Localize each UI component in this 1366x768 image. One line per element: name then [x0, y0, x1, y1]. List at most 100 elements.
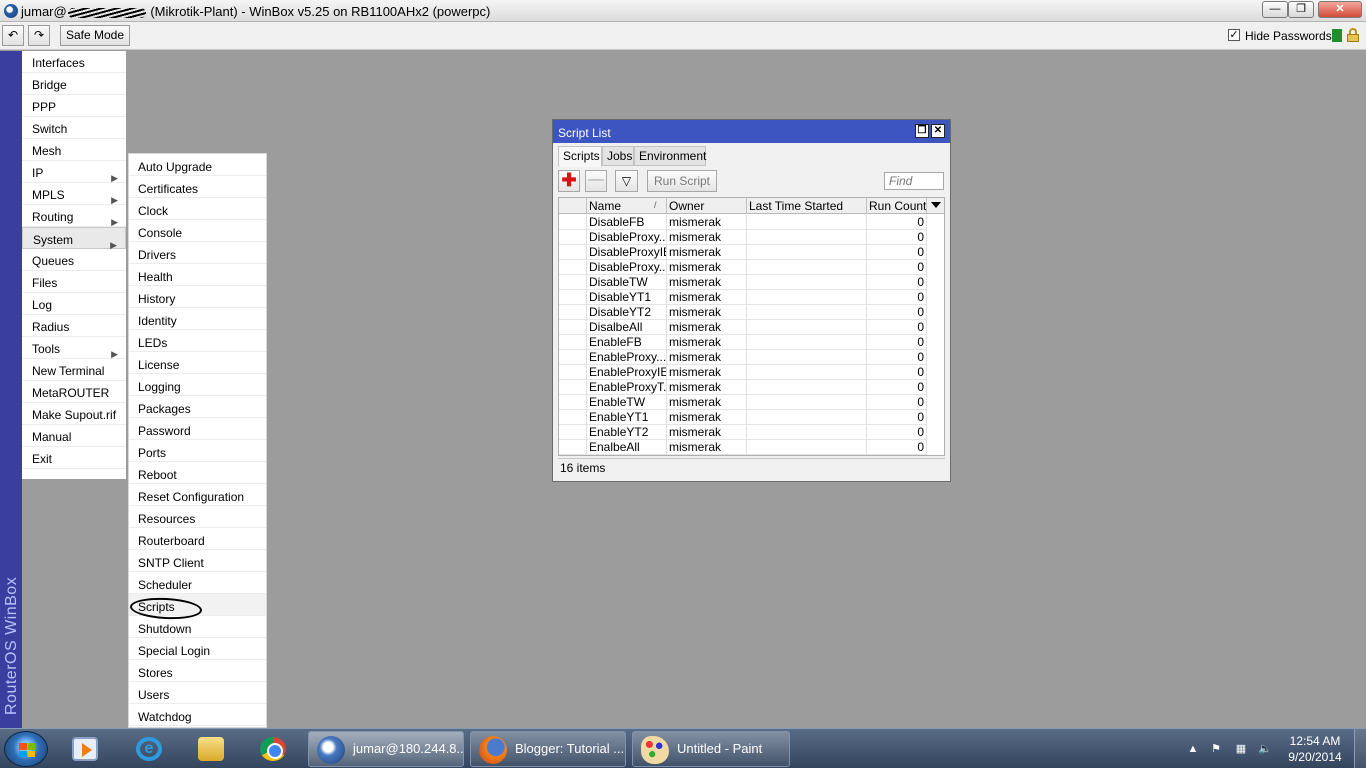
submenu-item-watchdog[interactable]: Watchdog [129, 704, 266, 726]
submenu-item-reboot[interactable]: Reboot [129, 462, 266, 484]
media-player-pin[interactable] [58, 733, 112, 765]
network-icon[interactable]: ▦ [1234, 742, 1248, 756]
file-explorer-pin[interactable] [184, 733, 238, 765]
submenu-item-clock[interactable]: Clock [129, 198, 266, 220]
safe-mode-button[interactable]: Safe Mode [60, 25, 130, 46]
script-list-maximize-button[interactable]: ❐ [915, 124, 929, 138]
column-header-run-count[interactable]: Run Count [867, 198, 927, 214]
volume-icon[interactable]: 🔈 [1258, 742, 1272, 756]
menu-item-ip[interactable]: IP ▶ [22, 161, 126, 183]
table-row[interactable]: EnableProxy... mismerak 0 [559, 350, 927, 365]
submenu-item-license[interactable]: License [129, 352, 266, 374]
internet-explorer-pin[interactable]: e [122, 733, 176, 765]
table-row[interactable]: DisableTW mismerak 0 [559, 275, 927, 290]
menu-item-manual[interactable]: Manual [22, 425, 126, 447]
submenu-item-logging[interactable]: Logging [129, 374, 266, 396]
submenu-item-stores[interactable]: Stores [129, 660, 266, 682]
maximize-button[interactable]: ❐ [1288, 1, 1314, 18]
menu-item-switch[interactable]: Switch [22, 117, 126, 139]
submenu-item-users[interactable]: Users [129, 682, 266, 704]
menu-item-queues[interactable]: Queues [22, 249, 126, 271]
menu-item-bridge[interactable]: Bridge [22, 73, 126, 95]
tab-scripts[interactable]: Scripts [558, 146, 602, 167]
chevron-down-icon[interactable] [931, 202, 941, 208]
taskbar-item-paint[interactable]: Untitled - Paint [632, 731, 790, 767]
redo-button[interactable]: ↷ [28, 25, 50, 46]
submenu-item-leds[interactable]: LEDs [129, 330, 266, 352]
submenu-item-reset-configuration[interactable]: Reset Configuration [129, 484, 266, 506]
hide-passwords-checkbox[interactable]: ✓ [1228, 29, 1240, 41]
table-row[interactable]: EnableTW mismerak 0 [559, 395, 927, 410]
menu-item-exit[interactable]: Exit [22, 447, 126, 469]
table-row[interactable]: DisalbeAll mismerak 0 [559, 320, 927, 335]
menu-item-ppp[interactable]: PPP [22, 95, 126, 117]
add-script-button[interactable]: ✚ [558, 170, 580, 192]
table-row[interactable]: EnableYT1 mismerak 0 [559, 410, 927, 425]
start-button[interactable] [4, 731, 48, 767]
submenu-item-shutdown[interactable]: Shutdown [129, 616, 266, 638]
chrome-pin[interactable] [246, 733, 300, 765]
submenu-item-scheduler[interactable]: Scheduler [129, 572, 266, 594]
show-hidden-icons-icon[interactable]: ▲ [1186, 742, 1200, 756]
submenu-item-sntp-client[interactable]: SNTP Client [129, 550, 266, 572]
table-row[interactable]: EnableFB mismerak 0 [559, 335, 927, 350]
submenu-item-certificates[interactable]: Certificates [129, 176, 266, 198]
script-list-titlebar[interactable]: Script List ❐ ✕ [553, 120, 950, 143]
taskbar-item-firefox[interactable]: Blogger: Tutorial ... [470, 731, 626, 767]
submenu-item-auto-upgrade[interactable]: Auto Upgrade [129, 154, 266, 176]
submenu-item-identity[interactable]: Identity [129, 308, 266, 330]
column-header-select[interactable] [559, 198, 587, 214]
table-row[interactable]: DisableProxyIEI mismerak 0 [559, 245, 927, 260]
filter-icon[interactable]: ▽ [615, 170, 638, 192]
menu-item-tools[interactable]: Tools ▶ [22, 337, 126, 359]
column-header-owner[interactable]: Owner [667, 198, 747, 214]
submenu-item-password[interactable]: Password [129, 418, 266, 440]
show-desktop-button[interactable] [1354, 729, 1366, 768]
submenu-item-health[interactable]: Health [129, 264, 266, 286]
menu-item-mpls[interactable]: MPLS ▶ [22, 183, 126, 205]
table-row[interactable]: EnableProxyIEI mismerak 0 [559, 365, 927, 380]
menu-item-metarouter[interactable]: MetaROUTER [22, 381, 126, 403]
script-list-close-button[interactable]: ✕ [931, 124, 945, 138]
remove-script-button[interactable]: — [585, 170, 607, 192]
action-center-flag-icon[interactable]: ⚑ [1209, 742, 1223, 756]
submenu-item-routerboard[interactable]: Routerboard [129, 528, 266, 550]
menu-item-log[interactable]: Log [22, 293, 126, 315]
table-row[interactable]: EnalbeAll mismerak 0 [559, 440, 927, 455]
tab-jobs[interactable]: Jobs [602, 146, 634, 166]
table-row[interactable]: EnableYT2 mismerak 0 [559, 425, 927, 440]
menu-item-new-terminal[interactable]: New Terminal [22, 359, 126, 381]
system-clock[interactable]: 12:54 AM 9/20/2014 [1284, 733, 1346, 765]
menu-item-radius[interactable]: Radius [22, 315, 126, 337]
window-title: jumar@ (Mikrotik-Plant) - WinBox v5.25 o… [21, 4, 490, 19]
table-row[interactable]: EnableProxyT... mismerak 0 [559, 380, 927, 395]
submenu-item-history[interactable]: History [129, 286, 266, 308]
submenu-item-resources[interactable]: Resources [129, 506, 266, 528]
winbox-app-icon[interactable] [4, 4, 18, 18]
menu-item-interfaces[interactable]: Interfaces [22, 51, 126, 73]
script-owner-cell: mismerak [667, 260, 747, 275]
undo-button[interactable]: ↶ [2, 25, 24, 46]
submenu-item-ports[interactable]: Ports [129, 440, 266, 462]
column-header-last-time-started[interactable]: Last Time Started [747, 198, 867, 214]
submenu-item-drivers[interactable]: Drivers [129, 242, 266, 264]
find-input[interactable] [884, 172, 944, 190]
table-row[interactable]: DisableFB mismerak 0 [559, 215, 927, 230]
table-row[interactable]: DisableProxy... mismerak 0 [559, 230, 927, 245]
menu-item-mesh[interactable]: Mesh [22, 139, 126, 161]
menu-item-files[interactable]: Files [22, 271, 126, 293]
table-row[interactable]: DisableProxy... mismerak 0 [559, 260, 927, 275]
table-row[interactable]: DisableYT2 mismerak 0 [559, 305, 927, 320]
submenu-item-packages[interactable]: Packages [129, 396, 266, 418]
tab-environment[interactable]: Environment [634, 146, 706, 166]
menu-item-routing[interactable]: Routing ▶ [22, 205, 126, 227]
minimize-button[interactable]: — [1262, 1, 1288, 18]
menu-item-make-supout-rif[interactable]: Make Supout.rif [22, 403, 126, 425]
menu-item-system[interactable]: System ▶ [22, 227, 126, 250]
table-row[interactable]: DisableYT1 mismerak 0 [559, 290, 927, 305]
run-script-button[interactable]: Run Script [647, 170, 717, 192]
submenu-item-special-login[interactable]: Special Login [129, 638, 266, 660]
taskbar-item-winbox[interactable]: jumar@180.244.8... [308, 731, 464, 767]
close-button[interactable]: ✕ [1318, 1, 1362, 18]
submenu-item-console[interactable]: Console [129, 220, 266, 242]
